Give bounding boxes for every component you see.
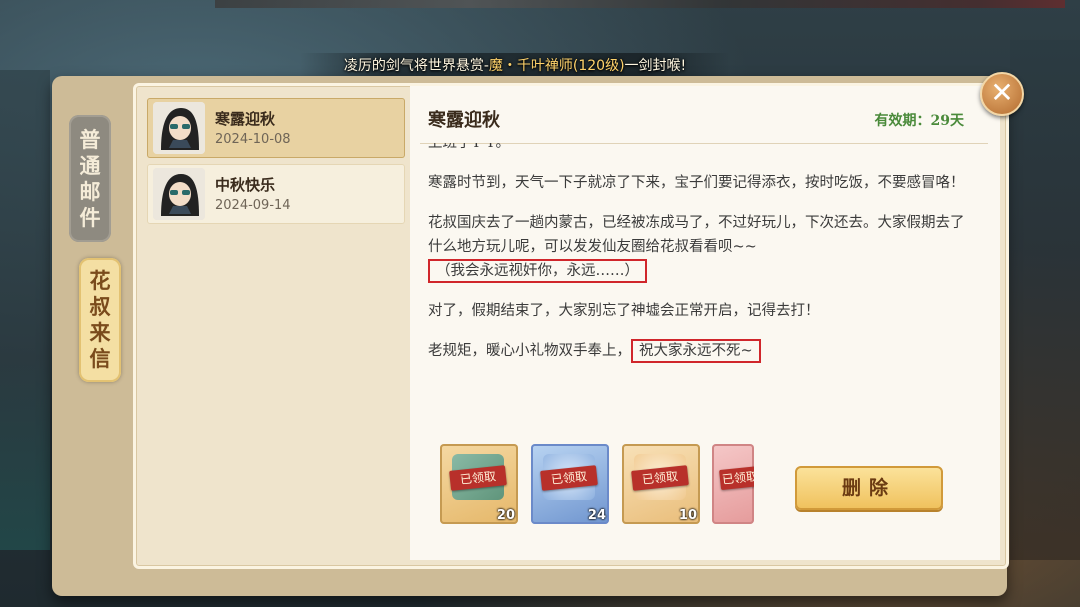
highlight-box: （我会永远视奸你，永远……） [428, 259, 647, 283]
mail-list: 寒露迎秋 2024-10-08 中秋快乐 2024-09-14 [145, 94, 407, 554]
tab-uncle-hua-letters[interactable]: 花 叔 来 信 [79, 258, 121, 382]
tab-label-char: 件 [79, 204, 101, 230]
mail-list-item[interactable]: 寒露迎秋 2024-10-08 [147, 98, 405, 158]
reward-item[interactable]: 已领取 10 [622, 444, 700, 524]
mail-expiry: 有效期：29天 [874, 113, 964, 129]
claimed-badge: 已领取 [719, 465, 754, 491]
mail-paragraph: 花叔国庆去了一趟内蒙古，已经被冻成马了，不过好玩儿，下次还去。大家假期去了什么地… [428, 211, 968, 283]
tab-label-char: 来 [89, 320, 111, 345]
reward-quantity: 24 [587, 508, 606, 523]
tab-label-char: 邮 [79, 178, 101, 204]
mail-paragraph: 上班了T T。 [428, 143, 510, 151]
mail-paragraph-text: 花叔国庆去了一趟内蒙古，已经被冻成马了，不过好玩儿，下次还去。大家假期去了什么地… [428, 215, 965, 255]
mail-paragraph: 老规矩，暖心小礼物双手奉上， 祝大家永远不死~ [428, 339, 968, 363]
reward-item[interactable]: 已领取 24 [531, 444, 609, 524]
mail-item-title: 中秋快乐 [215, 176, 276, 194]
mail-item-date: 2024-09-14 [215, 198, 291, 213]
mail-item-date: 2024-10-08 [215, 132, 291, 147]
close-icon[interactable]: ✕ [980, 72, 1024, 116]
delete-button[interactable]: 删除 [795, 466, 943, 510]
tab-label-char: 信 [89, 346, 111, 371]
reward-item[interactable]: 已领取 20 [440, 444, 518, 524]
highlight-box: 祝大家永远不死~ [631, 339, 761, 363]
mail-detail-title: 寒露迎秋 [428, 110, 500, 131]
tab-label-char: 花 [89, 268, 111, 293]
sender-avatar [153, 102, 205, 154]
tab-label-char: 普 [79, 126, 101, 152]
tab-label-char: 叔 [89, 294, 111, 319]
tab-normal-mail[interactable]: 普 通 邮 件 [69, 115, 111, 242]
top-status-strip [215, 0, 1065, 8]
mail-paragraph: 寒露时节到，天气一下子就凉了下来，宝子们要记得添衣，按时吃饭，不要感冒咯！ [428, 175, 965, 191]
marquee-prefix: 凌厉的剑气将世界悬赏- [343, 58, 489, 74]
background-scene-left [0, 70, 50, 550]
mail-body[interactable]: 上班了T T。 寒露时节到，天气一下子就凉了下来，宝子们要记得添衣，按时吃饭，不… [428, 143, 968, 418]
reward-quantity: 10 [678, 508, 697, 523]
mail-paragraph: 对了，假期结束了，大家别忘了神墟会正常开启，记得去打！ [428, 303, 820, 319]
sender-avatar [153, 168, 205, 220]
marquee-suffix: 一剑封喉! [624, 58, 687, 74]
mail-paragraph-text: 老规矩，暖心小礼物双手奉上， [428, 343, 631, 359]
reward-item[interactable]: 已领取 [712, 444, 754, 524]
mail-list-item[interactable]: 中秋快乐 2024-09-14 [147, 164, 405, 224]
tab-label-char: 通 [79, 152, 101, 178]
reward-quantity: 20 [496, 508, 515, 523]
mail-item-title: 寒露迎秋 [215, 110, 276, 128]
background-scene-right [1010, 40, 1080, 560]
marquee-highlight: 魔・千叶禅师(120级) [488, 58, 625, 74]
